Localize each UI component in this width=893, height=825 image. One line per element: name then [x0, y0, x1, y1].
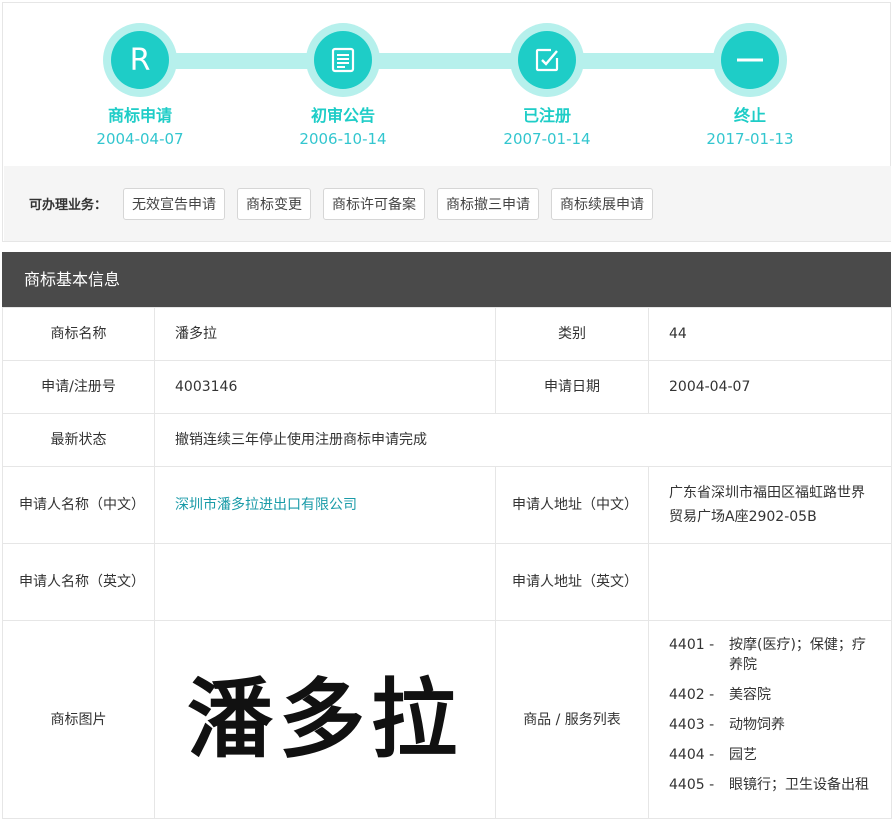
goods-name: 眼镜行；卫生设备出租	[729, 777, 869, 793]
goods-code: 4402 -	[669, 687, 715, 703]
step-circle	[713, 23, 787, 97]
list-item: 4405 - 眼镜行；卫生设备出租	[669, 775, 871, 795]
trademark-image-cell: 潘多拉	[154, 620, 496, 819]
cancellation-request-button[interactable]: 商标撤三申请	[437, 187, 540, 220]
latest-status-value: 撤销连续三年停止使用注册商标申请完成	[154, 413, 892, 467]
applicant-name-en-label: 申请人名称（英文）	[2, 543, 155, 621]
class-value: 44	[648, 307, 892, 361]
table-row: 申请/注册号 4003146 申请日期 2004-04-07	[2, 360, 892, 414]
step-date: 2007-01-14	[503, 130, 591, 148]
goods-code: 4404 -	[669, 747, 715, 763]
minus-icon	[721, 31, 779, 89]
goods-code: 4403 -	[669, 717, 715, 733]
step-label: 终止	[733, 106, 766, 125]
table-row: 申请人名称（英文） 申请人地址（英文）	[2, 543, 892, 621]
table-row: 申请人名称（中文） 深圳市潘多拉进出口有限公司 申请人地址（中文） 广东省深圳市…	[2, 466, 892, 544]
trademark-name-value: 潘多拉	[154, 307, 496, 361]
trademark-image-label: 商标图片	[2, 620, 155, 819]
step-circle	[306, 23, 380, 97]
step-label: 商标申请	[107, 106, 172, 125]
goods-name: 动物饲养	[729, 717, 785, 733]
application-date-label: 申请日期	[495, 360, 649, 414]
goods-name: 按摩(医疗)；保健；疗养院	[729, 637, 866, 673]
trademark-info-table: 商标名称 潘多拉 类别 44 申请/注册号 4003146 申请日期 2004-…	[2, 307, 892, 819]
step-label: 初审公告	[310, 106, 375, 125]
applicant-address-cn-value: 广东省深圳市福田区福虹路世界贸易广场A座2902-05B	[648, 466, 892, 544]
class-label: 类别	[495, 307, 649, 361]
available-services-bar: 可办理业务： 无效宣告申请 商标变更 商标许可备案 商标撤三申请 商标续展申请	[4, 166, 891, 241]
step-registered: 已注册 2007-01-14	[452, 23, 642, 150]
registration-number-value: 4003146	[154, 360, 496, 414]
step-date: 2004-04-07	[96, 130, 184, 148]
list-item: 4402 - 美容院	[669, 685, 871, 705]
applicant-name-cn-link[interactable]: 深圳市潘多拉进出口有限公司	[175, 497, 357, 513]
step-terminated: 终止 2017-01-13	[655, 23, 845, 150]
checkbox-edit-icon	[518, 31, 576, 89]
applicant-name-cn-cell: 深圳市潘多拉进出口有限公司	[154, 466, 496, 544]
step-date: 2017-01-13	[706, 130, 794, 148]
applicant-name-cn-label: 申请人名称（中文）	[2, 466, 155, 544]
goods-name: 美容院	[729, 687, 771, 703]
registration-number-label: 申请/注册号	[2, 360, 155, 414]
section-header: 商标基本信息	[2, 252, 891, 307]
step-publication: 初审公告 2006-10-14	[248, 23, 438, 150]
goods-services-label: 商品 / 服务列表	[495, 620, 649, 819]
applicant-address-cn-label: 申请人地址（中文）	[495, 466, 649, 544]
table-row: 商标名称 潘多拉 类别 44	[2, 307, 892, 361]
renewal-request-button[interactable]: 商标续展申请	[551, 187, 654, 220]
goods-code: 4401 -	[669, 637, 715, 653]
document-list-icon	[314, 31, 372, 89]
step-application: R 商标申请 2004-04-07	[45, 23, 235, 150]
r-letter-icon: R	[111, 31, 169, 89]
license-filing-button[interactable]: 商标许可备案	[323, 187, 426, 220]
services-title: 可办理业务：	[29, 198, 108, 213]
invalidation-request-button[interactable]: 无效宣告申请	[123, 187, 226, 220]
applicant-address-en-value	[648, 543, 892, 621]
step-circle: R	[103, 23, 177, 97]
trademark-change-button[interactable]: 商标变更	[237, 187, 312, 220]
application-date-value: 2004-04-07	[648, 360, 892, 414]
latest-status-label: 最新状态	[2, 413, 155, 467]
trademark-progress-panel: R 商标申请 2004-04-07 初审公告 2006-10-14 已注册 20…	[2, 2, 891, 242]
goods-code: 4405 -	[669, 777, 715, 793]
goods-services-list: 4401 - 按摩(医疗)；保健；疗养院 4402 - 美容院 4403 - 动…	[648, 620, 892, 819]
list-item: 4403 - 动物饲养	[669, 715, 871, 735]
goods-name: 园艺	[729, 747, 757, 763]
trademark-name-label: 商标名称	[2, 307, 155, 361]
trademark-image: 潘多拉	[187, 669, 463, 770]
step-circle	[510, 23, 584, 97]
list-item: 4401 - 按摩(医疗)；保健；疗养院	[669, 635, 871, 675]
applicant-name-en-value	[154, 543, 496, 621]
step-date: 2006-10-14	[299, 130, 387, 148]
step-label: 已注册	[522, 106, 571, 125]
table-row: 商标图片 潘多拉 商品 / 服务列表 4401 - 按摩(医疗)；保健；疗养院 …	[2, 620, 892, 819]
table-row: 最新状态 撤销连续三年停止使用注册商标申请完成	[2, 413, 892, 467]
applicant-address-en-label: 申请人地址（英文）	[495, 543, 649, 621]
list-item: 4404 - 园艺	[669, 745, 871, 765]
